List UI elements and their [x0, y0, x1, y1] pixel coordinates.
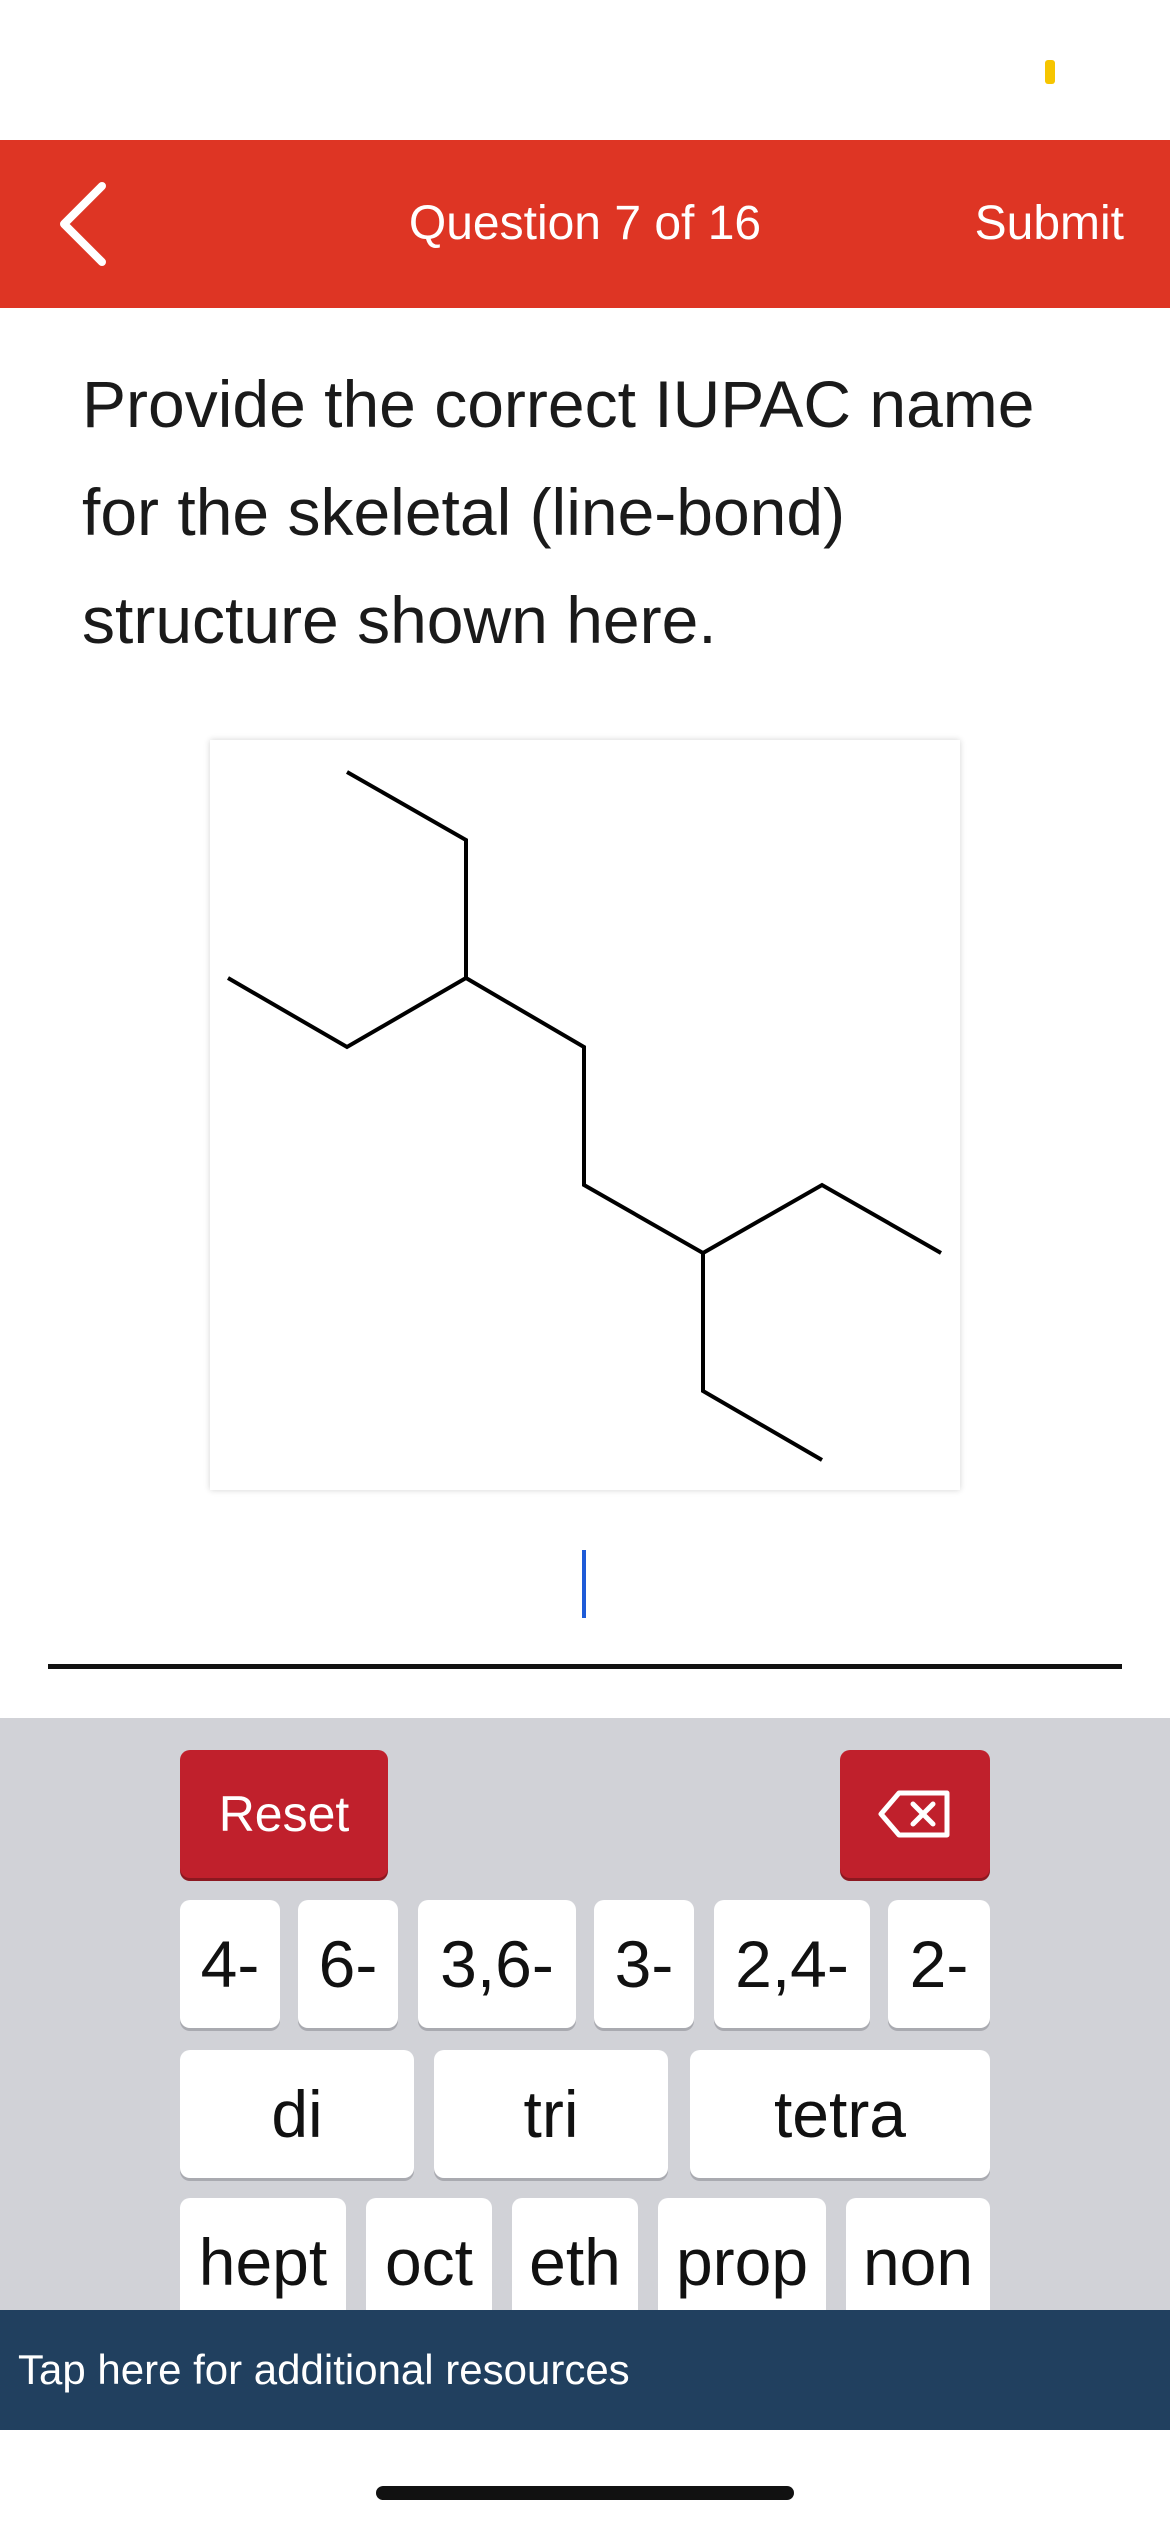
answer-keyboard: Reset 4- 6- 3,6- 3- 2,4- 2- di tri tetra…: [0, 1718, 1170, 2310]
skeletal-structure-drawing: [226, 770, 942, 1462]
home-indicator[interactable]: [376, 2486, 794, 2500]
nav-bar: Question 7 of 16 Submit: [0, 140, 1170, 308]
status-bar: [0, 0, 1170, 140]
reset-button[interactable]: Reset: [180, 1750, 388, 1878]
answer-field[interactable]: [48, 1540, 1122, 1660]
key-prop[interactable]: prop: [658, 2198, 826, 2310]
key-tri[interactable]: tri: [434, 2050, 668, 2178]
additional-resources-link[interactable]: Tap here for additional resources: [0, 2310, 1170, 2430]
key-3[interactable]: 3-: [594, 1900, 694, 2028]
key-hept[interactable]: hept: [180, 2198, 346, 2310]
key-4[interactable]: 4-: [180, 1900, 280, 2028]
back-button[interactable]: [50, 178, 140, 270]
backspace-icon: [878, 1790, 950, 1838]
skeletal-structure-image: [210, 740, 960, 1490]
backspace-button[interactable]: [840, 1750, 990, 1878]
key-non[interactable]: non: [846, 2198, 990, 2310]
key-3-6[interactable]: 3,6-: [418, 1900, 576, 2028]
question-text: Provide the correct IUPAC name for the s…: [82, 367, 1035, 657]
key-eth[interactable]: eth: [512, 2198, 638, 2310]
key-2-4[interactable]: 2,4-: [714, 1900, 870, 2028]
chevron-left-icon: [60, 182, 106, 266]
key-di[interactable]: di: [180, 2050, 414, 2178]
key-2[interactable]: 2-: [888, 1900, 990, 2028]
battery-indicator-icon: [1045, 60, 1055, 84]
key-tetra[interactable]: tetra: [690, 2050, 990, 2178]
key-oct[interactable]: oct: [366, 2198, 492, 2310]
answer-underline: [48, 1664, 1122, 1669]
key-6[interactable]: 6-: [298, 1900, 398, 2028]
submit-button[interactable]: Submit: [975, 140, 1124, 308]
